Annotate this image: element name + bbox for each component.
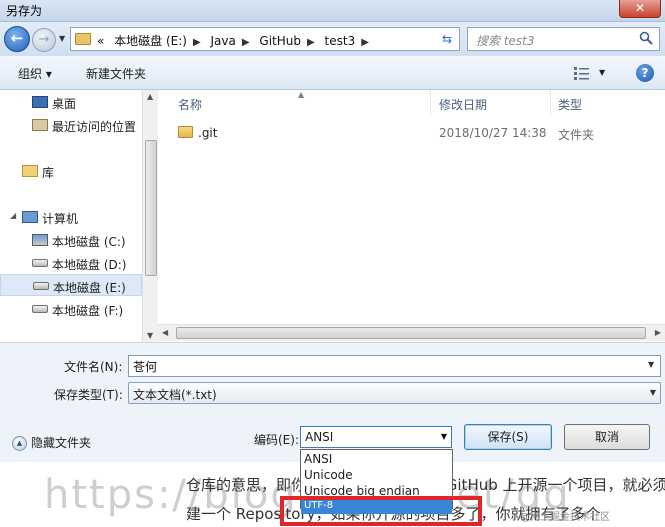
chevron-down-icon[interactable]: ▼ [599,68,605,77]
scroll-left-icon[interactable]: ◀ [162,328,168,337]
sidebar-item-drive-d[interactable]: 本地磁盘 (D:) [0,252,142,274]
sidebar-item-label: 本地磁盘 (F:) [52,304,124,318]
close-button[interactable]: ✕ [619,0,661,18]
refresh-icon[interactable]: ⇆ [436,30,458,50]
sidebar-item-drive-c[interactable]: 本地磁盘 (C:) [0,229,142,251]
encoding-label: 编码(E): [254,433,299,447]
file-name: .git [198,126,218,140]
file-date: 2018/10/27 14:38 [439,126,547,140]
sidebar-item-computer[interactable]: ◢ 计算机 [0,206,142,228]
savetype-select[interactable]: 文本文档(*.txt) ▼ [128,382,661,404]
organize-button[interactable]: 组织 ▾ [18,65,52,82]
breadcrumb-test3[interactable]: test3 [325,34,356,48]
navigation-pane: 桌面 最近访问的位置 库 ◢ 计算机 本地磁盘 (C:) 本地磁盘 (D:) 本… [0,90,158,342]
savetype-value: 文本文档(*.txt) [133,388,217,402]
chevron-right-icon[interactable]: ▶ [307,37,315,48]
filename-label: 文件名(N): [64,360,123,374]
hide-folders-label: 隐藏文件夹 [31,436,92,450]
save-button[interactable]: 保存(S) [464,424,552,450]
sidebar-item-libraries[interactable]: 库 [0,160,142,182]
drive-icon [33,282,49,290]
system-drive-icon [32,234,48,246]
chevron-right-icon[interactable]: ▶ [242,37,250,48]
scroll-down-icon[interactable]: ▼ [147,331,153,340]
address-bar[interactable]: « 本地磁盘 (E:) ▶ Java ▶ GitHub ▶ test3 ▶ [70,27,460,51]
recent-places-icon [32,119,48,131]
breadcrumb-github[interactable]: GitHub [259,34,301,48]
chevron-down-icon: ▼ [440,432,447,441]
breadcrumb-overflow[interactable]: « [97,34,104,48]
navigation-scrollbar[interactable]: ▲ ▼ [142,90,158,342]
window-title: 另存为 [6,4,43,18]
scrollbar-thumb[interactable] [176,327,646,339]
computer-icon [22,211,38,223]
title-bar: 另存为 ✕ [0,0,665,22]
credit-text: @稀土掘金技术社区 [520,512,610,523]
sidebar-item-drive-e[interactable]: 本地磁盘 (E:) [0,274,142,296]
collapse-arrow-icon[interactable]: ◢ [10,211,16,220]
column-header-type[interactable]: 类型 [558,96,582,122]
list-item[interactable]: .git 2018/10/27 14:38 文件夹 [158,122,648,144]
save-form: 文件名(N): ▼ 保存类型(T): 文本文档(*.txt) ▼ [0,342,665,412]
back-button[interactable]: ← [4,26,30,52]
column-divider[interactable] [550,90,551,116]
column-header-date[interactable]: 修改日期 [439,96,487,122]
encoding-value: ANSI [305,430,334,444]
encoding-select[interactable]: ANSI ▼ [300,426,452,448]
collapse-up-icon: ▲ [12,436,27,451]
drive-icon [32,259,48,267]
horizontal-scrollbar[interactable]: ◀ ▶ [158,324,665,341]
highlight-box [280,496,482,526]
breadcrumb-java[interactable]: Java [211,34,236,48]
navigation-bar: ← → ▼ « 本地磁盘 (E:) ▶ Java ▶ GitHub ▶ test3 ▶ … [0,22,665,56]
search-placeholder: 搜索 test3 [476,34,535,48]
toolbar: 组织 ▾ 新建文件夹 ▼ ? [0,56,665,90]
scroll-up-icon[interactable]: ▲ [147,92,153,101]
sidebar-item-label: 桌面 [52,97,77,111]
file-list: ▲ 名称 修改日期 类型 .git 2018/10/27 14:38 文件夹 ◀… [158,90,665,342]
column-header-name[interactable]: 名称 [178,96,202,122]
file-type: 文件夹 [558,128,595,142]
hide-folders-button[interactable]: ▲ 隐藏文件夹 [12,434,91,451]
sidebar-item-label: 计算机 [42,212,79,226]
chevron-right-icon[interactable]: ▶ [361,37,369,48]
filename-input[interactable] [128,355,661,377]
sidebar-item-recent[interactable]: 最近访问的位置 [0,114,142,136]
drive-icon [32,305,48,313]
sidebar-item-label: 本地磁盘 (E:) [53,281,126,295]
new-folder-button[interactable]: 新建文件夹 [86,65,146,82]
chevron-down-icon[interactable]: ▼ [648,360,654,369]
help-icon[interactable]: ? [636,64,654,82]
column-divider[interactable] [430,90,431,116]
sidebar-item-label: 本地磁盘 (C:) [52,235,126,249]
cancel-button[interactable]: 取消 [564,424,650,450]
scroll-right-icon[interactable]: ▶ [655,328,661,337]
sidebar-item-drive-f[interactable]: 本地磁盘 (F:) [0,298,142,320]
chevron-right-icon[interactable]: ▶ [193,37,201,48]
chevron-down-icon: ▼ [649,388,656,397]
desktop-icon [32,96,48,108]
scrollbar-thumb[interactable] [145,140,157,276]
search-icon[interactable] [639,31,653,45]
sidebar-item-label: 最近访问的位置 [52,120,137,134]
encoding-option-unicode[interactable]: Unicode [304,468,353,484]
folder-icon [75,33,91,45]
encoding-option-ansi[interactable]: ANSI [304,452,332,468]
forward-button[interactable]: → [32,28,56,52]
library-icon [22,165,38,177]
sidebar-item-label: 库 [42,166,55,180]
breadcrumb: « 本地磁盘 (E:) ▶ Java ▶ GitHub ▶ test3 ▶ [97,32,375,49]
sort-indicator-icon: ▲ [298,90,305,99]
savetype-label: 保存类型(T): [54,388,123,402]
breadcrumb-drive-e[interactable]: 本地磁盘 (E:) [114,34,187,48]
search-input[interactable]: 搜索 test3 [467,27,660,51]
history-dropdown-icon[interactable]: ▼ [59,34,65,43]
view-options-icon[interactable] [574,66,590,80]
sidebar-item-label: 本地磁盘 (D:) [52,258,127,272]
folder-icon [178,126,193,138]
sidebar-item-desktop[interactable]: 桌面 [0,91,142,113]
